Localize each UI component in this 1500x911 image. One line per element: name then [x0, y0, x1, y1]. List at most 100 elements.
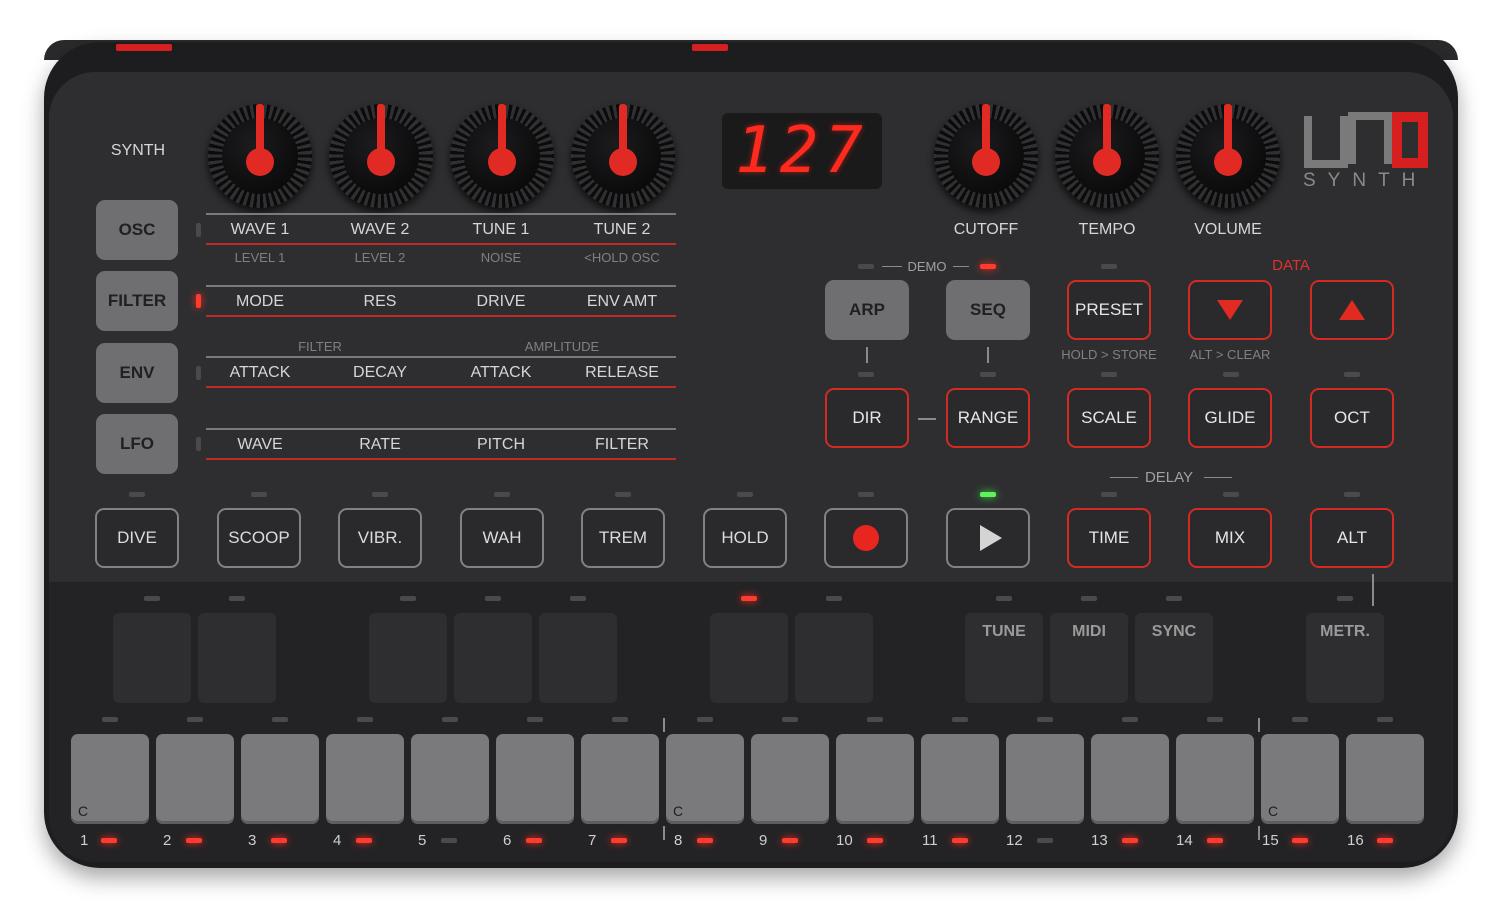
- fx-led: [737, 492, 753, 497]
- key-pad[interactable]: [921, 734, 999, 824]
- octave-divider: [1258, 826, 1260, 840]
- key-pad[interactable]: [1346, 734, 1424, 824]
- param-level2: LEVEL 2: [354, 250, 406, 265]
- env-group-filter: FILTER: [298, 339, 342, 354]
- sharp-pad[interactable]: [539, 613, 617, 703]
- param-level1: LEVEL 1: [234, 250, 286, 265]
- play-icon: [980, 525, 1002, 551]
- step-led: [1292, 838, 1308, 843]
- tune2-knob[interactable]: [571, 104, 675, 208]
- pad-led: [400, 596, 416, 601]
- demo-label: DEMO: [907, 259, 947, 274]
- lfo-button[interactable]: LFO: [96, 414, 178, 474]
- param-res: RES: [363, 293, 397, 310]
- sync-pad[interactable]: SYNC: [1135, 613, 1213, 703]
- demo-line: [882, 266, 902, 267]
- env-button[interactable]: ENV: [96, 343, 178, 403]
- metronome-pad[interactable]: METR.: [1306, 613, 1384, 703]
- data-up-button[interactable]: [1310, 280, 1394, 340]
- scale-button[interactable]: SCALE: [1067, 388, 1151, 448]
- oct-button[interactable]: OCT: [1310, 388, 1394, 448]
- tune1-knob[interactable]: [450, 104, 554, 208]
- key-pad[interactable]: [156, 734, 234, 824]
- play-button[interactable]: [946, 508, 1030, 568]
- time-button[interactable]: TIME: [1067, 508, 1151, 568]
- record-button[interactable]: [824, 508, 908, 568]
- pad-led: [1166, 596, 1182, 601]
- key-pad[interactable]: C: [666, 734, 744, 824]
- key-pad[interactable]: C: [71, 734, 149, 824]
- key-note-c: C: [673, 803, 684, 819]
- param-lfo-wave: WAVE: [237, 436, 283, 453]
- range-led: [980, 372, 996, 377]
- dive-button[interactable]: DIVE: [95, 508, 179, 568]
- knob-label-volume: VOLUME: [1194, 221, 1262, 238]
- step-number: 7: [588, 832, 597, 849]
- key-pad[interactable]: [241, 734, 319, 824]
- pad-led: [229, 596, 245, 601]
- delay-label: DELAY: [1144, 469, 1194, 486]
- key-pad[interactable]: [326, 734, 404, 824]
- key-pad[interactable]: [1091, 734, 1169, 824]
- sharp-pad[interactable]: [710, 613, 788, 703]
- cutoff-knob[interactable]: [934, 104, 1038, 208]
- mix-button[interactable]: MIX: [1188, 508, 1272, 568]
- key-pad[interactable]: [411, 734, 489, 824]
- wave1-knob[interactable]: [208, 104, 312, 208]
- data-down-button[interactable]: [1188, 280, 1272, 340]
- sharp-pad[interactable]: [198, 613, 276, 703]
- dir-button[interactable]: DIR: [825, 388, 909, 448]
- preset-button[interactable]: PRESET: [1067, 280, 1151, 340]
- sharp-pad[interactable]: [113, 613, 191, 703]
- alt-button[interactable]: ALT: [1310, 508, 1394, 568]
- key-note-c: C: [1268, 803, 1279, 819]
- fx-led: [494, 492, 510, 497]
- param-hold-osc: <HOLD OSC: [584, 250, 660, 265]
- param-filter-attack: ATTACK: [229, 364, 291, 381]
- hold-button[interactable]: HOLD: [703, 508, 787, 568]
- key-pad[interactable]: [496, 734, 574, 824]
- midi-pad[interactable]: MIDI: [1050, 613, 1128, 703]
- key-pad[interactable]: [1176, 734, 1254, 824]
- vibrato-button[interactable]: VIBR.: [338, 508, 422, 568]
- osc-button[interactable]: OSC: [96, 200, 178, 260]
- led-display: 127: [722, 113, 882, 189]
- row-line: [206, 428, 676, 430]
- wah-button[interactable]: WAH: [460, 508, 544, 568]
- seq-button[interactable]: SEQ: [946, 280, 1030, 340]
- filter-button[interactable]: FILTER: [96, 271, 178, 331]
- step-number: 10: [836, 832, 853, 849]
- octave-divider: [663, 826, 665, 840]
- key-note-c: C: [78, 803, 89, 819]
- step-number: 8: [674, 832, 683, 849]
- play-led: [980, 492, 996, 497]
- fx-led: [251, 492, 267, 497]
- key-pad[interactable]: [751, 734, 829, 824]
- tempo-knob[interactable]: [1055, 104, 1159, 208]
- sharp-pad[interactable]: [795, 613, 873, 703]
- param-lfo-filter: FILTER: [595, 436, 649, 453]
- trem-button[interactable]: TREM: [581, 508, 665, 568]
- key-pad[interactable]: [581, 734, 659, 824]
- sharp-pad[interactable]: [454, 613, 532, 703]
- key-pad[interactable]: [836, 734, 914, 824]
- tune-pad[interactable]: TUNE: [965, 613, 1043, 703]
- wave2-knob[interactable]: [329, 104, 433, 208]
- row-line: [206, 243, 676, 245]
- key-pad[interactable]: [1006, 734, 1084, 824]
- arp-button[interactable]: ARP: [825, 280, 909, 340]
- key-led: [1292, 717, 1308, 722]
- glide-button[interactable]: GLIDE: [1188, 388, 1272, 448]
- volume-knob[interactable]: [1176, 104, 1280, 208]
- range-button[interactable]: RANGE: [946, 388, 1030, 448]
- param-mode: MODE: [236, 293, 284, 310]
- sharp-pad[interactable]: [369, 613, 447, 703]
- octave-divider: [1258, 718, 1260, 732]
- seq-connector: [987, 347, 989, 363]
- step-led: [952, 838, 968, 843]
- pad-led: [741, 596, 757, 601]
- record-icon: [853, 525, 879, 551]
- step-led: [441, 838, 457, 843]
- scoop-button[interactable]: SCOOP: [217, 508, 301, 568]
- key-pad[interactable]: C: [1261, 734, 1339, 824]
